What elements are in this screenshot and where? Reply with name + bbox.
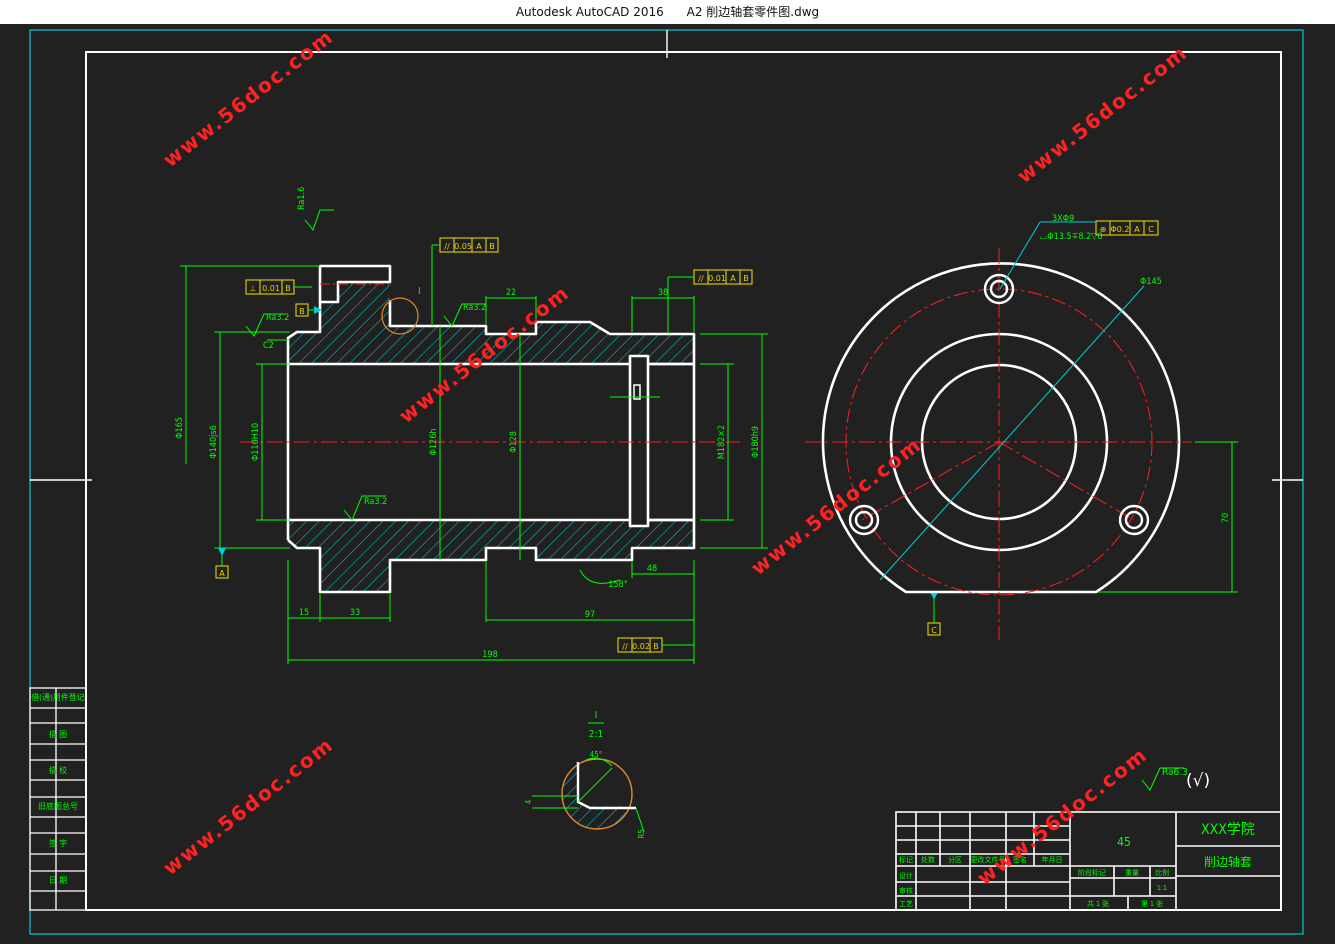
side-row-3: 旧底图总号 [38, 801, 78, 811]
side-row-2: 描 校 [49, 765, 67, 775]
tb-sheets: 共 1 张 [1087, 899, 1109, 908]
tol5-ref2: C [1148, 225, 1154, 234]
detail-angle: 45° [590, 750, 603, 759]
tb-scale: 1:1 [1157, 884, 1167, 892]
side-row-1: 描 图 [49, 729, 67, 739]
watermark-1: www.56doc.com [158, 24, 338, 172]
section-view [240, 264, 740, 594]
tol2-ref: A [730, 274, 736, 283]
tol4-val: 0.02 [632, 642, 650, 651]
dim-15: 15 [299, 608, 309, 618]
side-row-0: 借(通)用件登记 [31, 692, 85, 702]
tol2-val: 0.01 [708, 274, 726, 283]
rough-ra63: Ra6.3 [1162, 767, 1188, 778]
tol4-sym: ∕∕ [622, 642, 628, 651]
tb-stage-2: 比例 [1155, 868, 1169, 877]
title-bar: Autodesk AutoCAD 2016 A2 削边轴套零件图.dwg [0, 0, 1335, 24]
tol2-ref2: B [743, 274, 749, 283]
tol5-ref: A [1134, 225, 1140, 234]
tb-stage-1: 重量 [1125, 869, 1139, 877]
drawing-svg: 借(通)用件登记 描 图 描 校 旧底图总号 签 字 日 期 Φ165 Φ140… [29, 24, 1304, 935]
detail-label: I [595, 710, 598, 721]
tb-header-2: 分区 [948, 855, 962, 864]
dim-d110h10: Φ110H10 [251, 423, 261, 461]
tb-header-1: 处数 [921, 855, 935, 864]
tb-header-0: 标记 [899, 855, 913, 864]
tol4-ref: B [653, 642, 659, 651]
dim-198: 198 [482, 650, 497, 660]
rough-ra32-c: Ra3.2 [364, 497, 387, 507]
watermark-6: www.56doc.com [972, 742, 1152, 890]
side-row-4: 签 字 [49, 838, 67, 848]
dim-70: 70 [1221, 513, 1231, 523]
file-title: A2 削边轴套零件图.dwg [686, 5, 820, 19]
datum-c: C [931, 626, 937, 635]
tol1-ref: A [476, 242, 482, 251]
tol1-val: 0.05 [454, 242, 472, 251]
outer-border [29, 29, 1304, 935]
tb-header-5: 年月日 [1042, 855, 1063, 864]
tol5-val: Φ0.2 [1110, 225, 1129, 234]
tol3-ref: B [285, 284, 291, 293]
detail-callout: I [418, 286, 421, 297]
drawing-canvas[interactable]: 借(通)用件登记 描 图 描 校 旧底图总号 签 字 日 期 Φ165 Φ140… [0, 24, 1335, 944]
tb-stage-0: 阶段标记 [1078, 868, 1106, 877]
watermarks: www.56doc.com www.56doc.com www.56doc.co… [158, 24, 1192, 890]
tb-role-0: 设计 [899, 871, 913, 880]
datum-b: B [299, 307, 305, 316]
dim-97: 97 [585, 610, 595, 620]
tol1-ref2: B [489, 242, 495, 251]
tb-sheet: 第 1 张 [1141, 899, 1163, 908]
datum-a: A [219, 569, 225, 578]
dim-158deg: 158° [608, 580, 628, 590]
tol1-sym: ∕∕ [444, 242, 450, 251]
watermark-4: www.56doc.com [746, 432, 926, 580]
tol3-val: 0.01 [262, 284, 280, 293]
rough-general: (√) [1186, 771, 1210, 791]
dim-d165: Φ165 [175, 417, 185, 439]
tb-role-2: 工艺 [899, 900, 913, 908]
dim-pcd145: Φ145 [1140, 277, 1162, 287]
watermark-2: www.56doc.com [1012, 40, 1192, 188]
dim-d126h: Φ126h [429, 429, 439, 456]
tb-role-1: 审核 [899, 886, 913, 895]
detail-scale: 2:1 [589, 729, 603, 740]
tb-school: XXX学院 [1201, 822, 1255, 838]
dim-holes: 3XΦ9 [1052, 214, 1074, 224]
dim-33: 33 [350, 608, 360, 618]
rough-ra16: Ra1.6 [297, 187, 307, 210]
dim-22: 22 [506, 288, 516, 298]
watermark-5: www.56doc.com [158, 732, 338, 880]
detail-r5: R5 [637, 829, 646, 839]
dim-m182: M182×2 [717, 425, 727, 459]
dim-38: 38 [658, 288, 668, 298]
rough-ra32-b: Ra3.2 [463, 303, 486, 313]
tb-part-name: 削边轴套 [1204, 854, 1252, 869]
tb-material: 45 [1117, 835, 1131, 849]
dim-cbore: ⌴Φ13.5∓8.2▽8 [1040, 232, 1103, 242]
end-view [805, 221, 1238, 640]
app-title: Autodesk AutoCAD 2016 [515, 5, 664, 19]
dim-c2: C2 [263, 341, 274, 351]
dim-d128: Φ128 [509, 431, 519, 453]
dim-d180h9: Φ180h9 [751, 426, 761, 458]
dim-48: 48 [647, 564, 657, 574]
rough-ra32-a: Ra3.2 [266, 313, 289, 323]
detail-4: 4 [524, 799, 533, 804]
tol3-sym: ⊥ [250, 284, 257, 293]
side-row-5: 日 期 [49, 876, 67, 885]
dim-d140js6: Φ140js6 [209, 425, 219, 458]
detail-view: I 2:1 45° 4 R5 [524, 710, 646, 839]
tol2-sym: ∕∕ [698, 274, 704, 283]
